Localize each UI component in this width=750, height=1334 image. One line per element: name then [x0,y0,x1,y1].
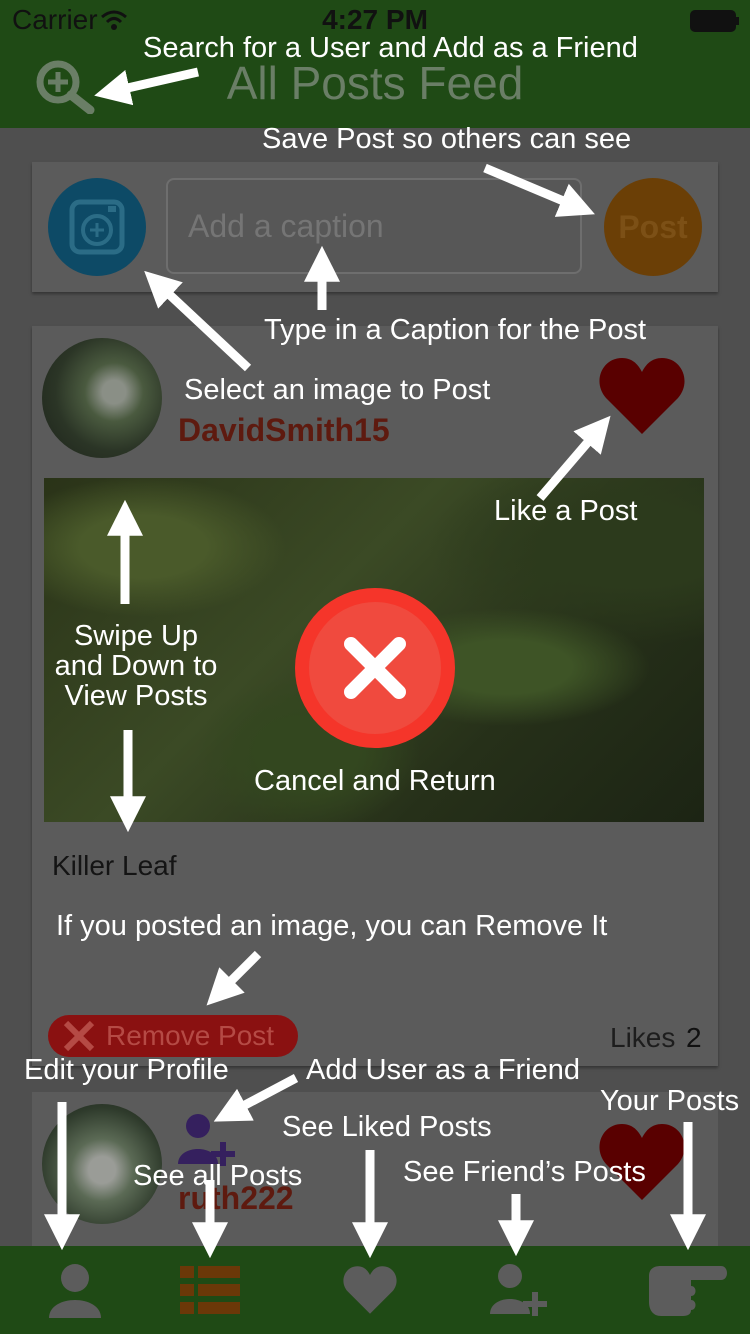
pointing-hand-icon [649,1266,727,1316]
annotation-remove-hint: If you posted an image, you can Remove I… [56,910,608,942]
profile-icon [49,1264,101,1318]
caption-input[interactable] [166,178,582,274]
annotation-friends-posts: See Friend’s Posts [403,1156,646,1188]
annotation-type-caption: Type in a Caption for the Post [264,314,647,346]
annotation-search: Search for a User and Add as a Friend [143,32,638,64]
post-button[interactable]: Post [604,178,702,276]
close-icon [309,602,441,734]
annotation-save-post: Save Post so others can see [262,123,632,155]
post-caption: Killer Leaf [52,850,177,881]
annotation-liked-posts: See Liked Posts [282,1111,492,1143]
list-icon [180,1266,240,1314]
heart-icon [343,1266,397,1314]
add-friend-tab-icon [490,1264,547,1316]
like-heart-icon[interactable] [598,356,686,436]
annotation-swipe-3: View Posts [64,680,208,712]
annotation-select-image: Select an image to Post [184,374,491,406]
post-username[interactable]: DavidSmith15 [178,412,390,449]
avatar [42,338,162,458]
tab-your-posts[interactable] [612,1246,750,1334]
remove-x-icon [63,1020,95,1052]
likes-label: Likes [610,1022,676,1053]
annotation-your-posts: Your Posts [600,1085,740,1117]
tab-profile[interactable] [0,1246,150,1334]
annotation-edit-profile: Edit your Profile [24,1054,229,1086]
annotation-swipe-1: Swipe Up [73,620,199,652]
likes-count: 2 [686,1022,702,1053]
cancel-button[interactable] [295,588,455,748]
annotation-swipe-2: and Down to [54,650,218,682]
battery-icon [690,10,739,32]
search-plus-icon[interactable] [34,58,98,114]
annotation-like-post: Like a Post [494,495,638,527]
annotation-add-friend: Add User as a Friend [306,1054,581,1086]
annotation-all-posts: See all Posts [133,1160,303,1192]
camera-plus-icon [69,199,125,255]
select-image-button[interactable] [48,178,146,276]
tab-all-posts[interactable] [135,1246,285,1334]
tab-friends-posts[interactable] [445,1246,595,1334]
annotation-cancel: Cancel and Return [254,765,496,797]
tab-liked-posts[interactable] [295,1246,445,1334]
